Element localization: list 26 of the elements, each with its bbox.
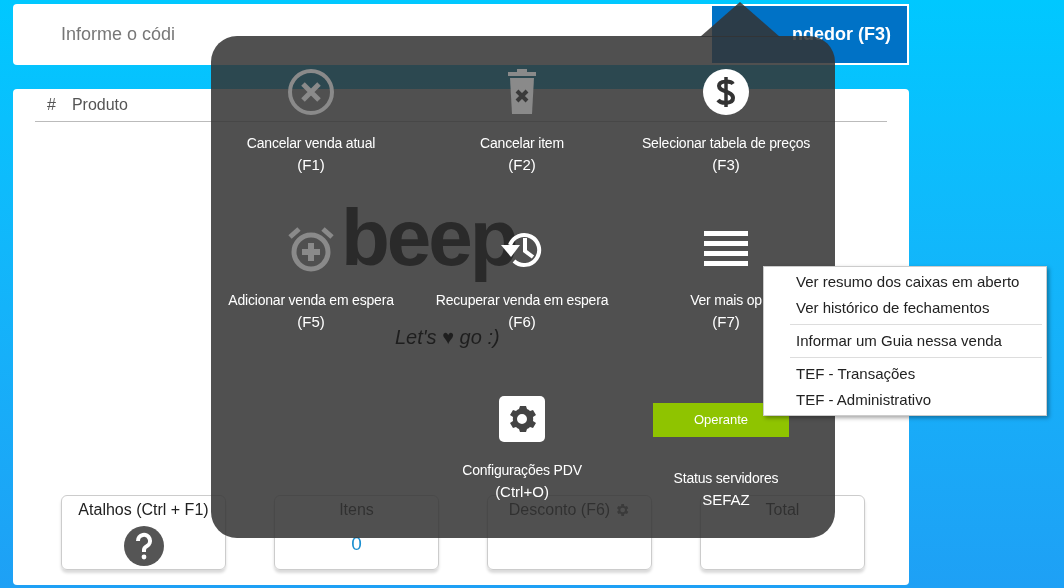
action-shortcut: SEFAZ bbox=[702, 490, 750, 510]
action-label[interactable]: Ver mais op bbox=[690, 289, 762, 311]
menu-item[interactable]: TEF - Administrativo bbox=[790, 387, 1042, 413]
action-label[interactable]: Recuperar venda em espera bbox=[435, 289, 609, 311]
card-value: 0 bbox=[351, 532, 362, 556]
action-label: Status servidores bbox=[673, 469, 779, 488]
dollar-icon[interactable] bbox=[702, 68, 750, 116]
menu-item[interactable]: Informar um Guia nessa venda bbox=[790, 328, 1042, 354]
column-header: # bbox=[47, 95, 56, 115]
menu-item[interactable]: Ver histórico de fechamentos bbox=[790, 295, 1042, 321]
status-badge: Operante bbox=[653, 403, 789, 437]
action-label[interactable]: Selecionar tabela de preços bbox=[641, 132, 811, 154]
menu-item[interactable]: TEF - Transações bbox=[790, 361, 1042, 387]
settings-icon[interactable] bbox=[498, 395, 546, 443]
action-shortcut: (F7) bbox=[712, 312, 740, 332]
action-shortcut: (F6) bbox=[508, 312, 536, 332]
action-label[interactable]: Configurações PDV bbox=[462, 459, 582, 481]
action-shortcut: (F3) bbox=[712, 155, 740, 175]
column-header: Produto bbox=[71, 95, 128, 115]
action-shortcut: (F5) bbox=[297, 312, 325, 332]
action-shortcut: (F1) bbox=[297, 155, 325, 175]
card-label: Atalhos (Ctrl + F1) bbox=[78, 500, 209, 520]
menu-item[interactable]: Ver resumo dos caixas em aberto bbox=[790, 269, 1042, 295]
action-shortcut: (Ctrl+O) bbox=[495, 482, 549, 502]
action-shortcut: (F2) bbox=[508, 155, 536, 175]
help-icon[interactable] bbox=[123, 526, 164, 566]
